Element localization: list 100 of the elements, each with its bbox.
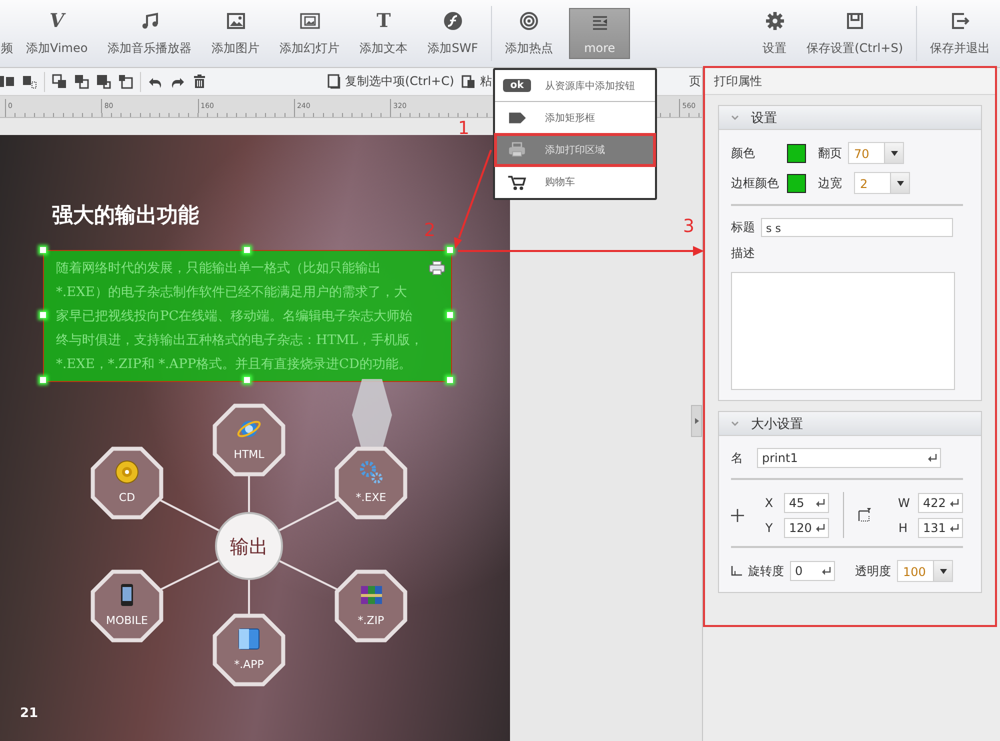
section-header[interactable]: 设置 [719, 106, 981, 130]
angle-icon [731, 566, 742, 576]
annotation-number: 3 [683, 216, 694, 237]
layer-icon[interactable] [96, 74, 111, 89]
menu-item[interactable]: 购物车 [495, 166, 655, 198]
glyph-icon: T [376, 10, 391, 30]
resize-handle[interactable] [40, 377, 46, 383]
input-field[interactable]: 0 [790, 561, 835, 581]
field-label: 标题 [731, 219, 755, 236]
slideshow-icon [300, 10, 320, 30]
section-title: 大小设置 [751, 416, 803, 432]
toolbar-button[interactable]: 保存设置(Ctrl+S) [796, 0, 913, 67]
toolbar-button[interactable]: 添加热点 [495, 0, 564, 67]
octagon-node[interactable] [334, 446, 408, 520]
connector-line [248, 580, 250, 615]
input-field[interactable]: 422 [918, 492, 963, 512]
resize-handle[interactable] [40, 312, 46, 318]
section-header[interactable]: 大小设置 [719, 412, 981, 436]
dropdown-field[interactable]: 70 [848, 142, 904, 164]
align-icon[interactable] [22, 74, 37, 89]
collapse-handle[interactable] [691, 405, 702, 437]
dropdown-arrow-icon [940, 568, 946, 574]
settings-icon [764, 10, 785, 30]
paragraph: 随着网络时代的发展，只能输出单一格式（比如只能输出 *.EXE）的电子杂志制作软件已经不能满足用户的需求了，大 家早已把视线投向PC在线端、移动端。名编辑电子杂志大师始 终与时俱进，支持输出五种格式的电子杂志：HTML，手机版， *.EXE，*.ZIP和 *.APP格式。并且有直接烧录进CD的功能。 [56, 260, 423, 374]
save-icon [844, 10, 865, 30]
ok-badge: ok [503, 79, 531, 92]
window-icon [238, 628, 260, 650]
target-icon [519, 10, 540, 30]
toolbar-button[interactable]: 保存并退出 [920, 0, 1000, 67]
field-label: 旋转度 [748, 562, 784, 580]
chevron-icon [731, 420, 739, 426]
gears-icon [360, 461, 382, 484]
input-field[interactable]: print1 [757, 448, 941, 468]
menu-item[interactable]: ok 从资源库中添加按钮 [495, 70, 655, 102]
disc-icon [116, 460, 138, 484]
toolbar-button[interactable]: T 添加文本 [350, 0, 418, 67]
enter-icon [816, 498, 825, 506]
field-label: 边宽 [818, 174, 843, 192]
center-label: 输出 [230, 536, 268, 558]
connector-line [278, 498, 340, 532]
copy-icon [326, 74, 341, 89]
image-icon [226, 10, 246, 30]
resize-handle[interactable] [447, 312, 453, 318]
node-label: CD [118, 491, 136, 504]
toolbar-button[interactable]: 添加音乐播放器 [98, 0, 202, 67]
resize-handle[interactable] [447, 377, 453, 383]
toolbar-button[interactable]: 添加幻灯片 [270, 0, 350, 67]
toolbar-button[interactable]: V 添加Vimeo [16, 0, 98, 67]
input-field[interactable]: 45 [784, 492, 829, 512]
field-label: 透明度 [855, 562, 891, 580]
octagon-node[interactable] [334, 570, 408, 642]
resize-handle[interactable] [244, 377, 250, 383]
field-label: 描述 [731, 246, 755, 260]
dropdown-field[interactable]: 100 [897, 560, 953, 582]
field-label: X [764, 496, 774, 510]
text-field[interactable]: s s [761, 218, 953, 237]
field-label: 翻页 [818, 144, 842, 162]
toolbar-button[interactable]: 复制选中项(Ctrl+C) [326, 73, 454, 90]
color-swatch[interactable] [787, 144, 806, 162]
panel-title: 打印属性 [705, 68, 995, 95]
center-node [215, 512, 283, 580]
input-field[interactable]: 120 [784, 518, 829, 538]
description-field[interactable] [731, 272, 955, 390]
octagon-node[interactable] [212, 404, 286, 476]
field-label: 边框颜色 [731, 174, 780, 192]
toolbar-button[interactable]: 页 [689, 73, 702, 90]
exit-icon [950, 10, 970, 30]
octagon-node[interactable] [212, 614, 286, 686]
node-label: *.APP [234, 658, 264, 671]
toolbar-button[interactable]: 添加图片 [202, 0, 270, 67]
chevron-icon [694, 418, 698, 424]
layer-icon[interactable] [74, 74, 89, 89]
toolbar-button[interactable]: 添加SWF [418, 0, 488, 67]
node-label: MOBILE [106, 614, 148, 627]
layer-icon[interactable] [52, 74, 67, 89]
page-number: 21 [20, 706, 38, 721]
node-label: *.EXE [356, 491, 386, 504]
enter-icon [822, 567, 831, 575]
toolbar-button[interactable]: 频 [0, 0, 16, 67]
input-field[interactable]: 131 [918, 518, 963, 538]
toolbar-button[interactable]: 粘 [461, 73, 492, 90]
connector-line [158, 498, 220, 532]
resize-handle[interactable] [244, 247, 250, 253]
connector-line [248, 475, 250, 512]
field-label: 名 [731, 450, 743, 466]
resize-handle[interactable] [447, 247, 453, 253]
dropdown-field[interactable]: 2 [854, 172, 910, 194]
enter-icon [950, 498, 959, 506]
align-icon[interactable] [0, 74, 15, 89]
annotation-number: 2 [424, 220, 436, 241]
delete-icon[interactable] [192, 74, 207, 89]
resize-handle[interactable] [40, 247, 46, 253]
field-label: 颜色 [731, 144, 756, 162]
color-swatch[interactable] [787, 174, 806, 192]
octagon-node[interactable] [90, 570, 164, 642]
move-icon [731, 508, 744, 522]
layer-icon[interactable] [118, 74, 133, 89]
dropdown-arrow-icon [890, 150, 898, 156]
octagon-node[interactable] [90, 446, 164, 520]
dropdown-arrow-icon [896, 180, 904, 186]
